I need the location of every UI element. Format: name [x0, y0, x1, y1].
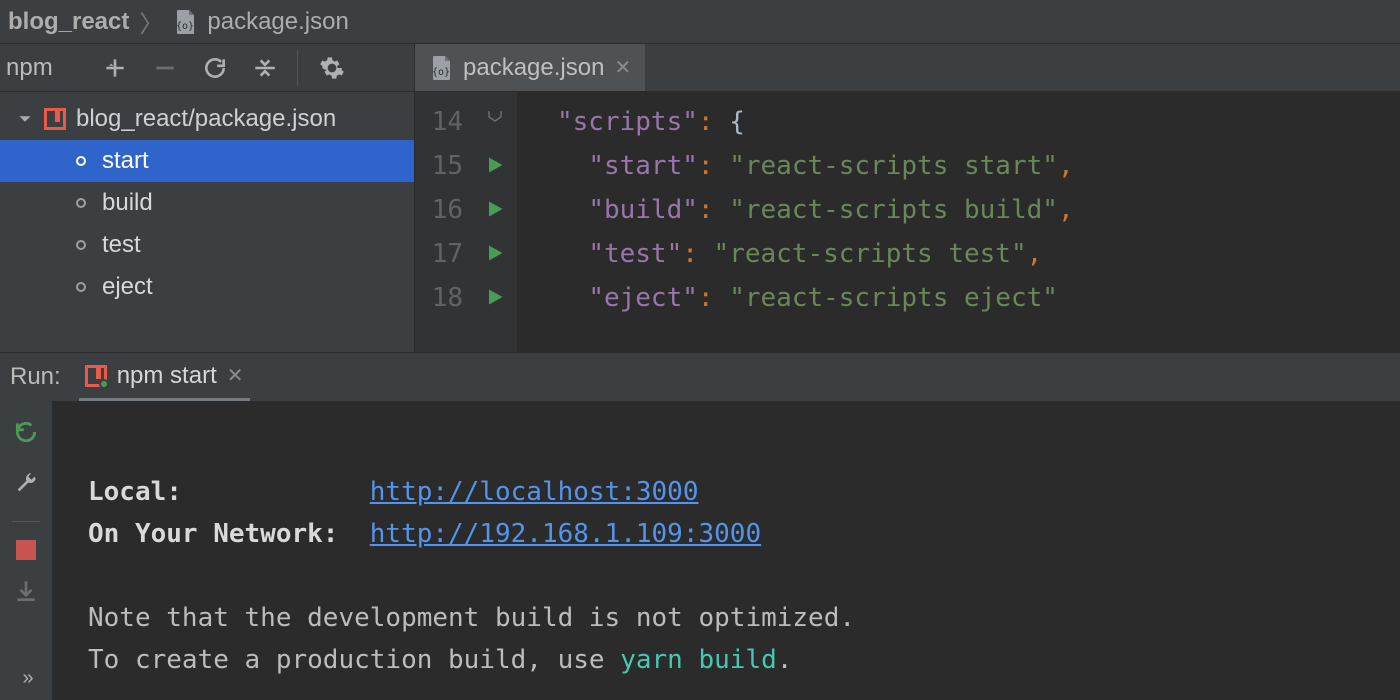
npm-script-label: build: [102, 189, 153, 217]
line-number: 16: [415, 188, 463, 232]
code-line[interactable]: "build": "react-scripts build",: [557, 188, 1400, 232]
more-icon[interactable]: »: [22, 667, 29, 690]
run-header-label: Run:: [10, 363, 61, 391]
npm-tree-root[interactable]: blog_react/package.json: [0, 98, 414, 140]
bullet-icon: [76, 156, 86, 166]
add-icon[interactable]: [97, 50, 133, 86]
run-header: Run: npm start ✕: [0, 353, 1400, 401]
run-sidebar: »: [0, 401, 52, 700]
json-file-icon: {o}: [429, 55, 453, 81]
npm-script-label: eject: [102, 273, 153, 301]
gutter-run-icon[interactable]: [473, 232, 517, 276]
run-tool-window: Run: npm start ✕ » Local: http://localho…: [0, 352, 1400, 700]
gutter-run-icon[interactable]: [473, 276, 517, 320]
remove-icon[interactable]: [147, 50, 183, 86]
tree-collapse-chevron-icon[interactable]: [18, 112, 34, 126]
gutter-run-icon[interactable]: [473, 188, 517, 232]
line-number: 15: [415, 144, 463, 188]
editor-tab-label: package.json: [463, 54, 604, 82]
bullet-icon: [76, 282, 86, 292]
run-gutter: [473, 92, 517, 352]
code-line[interactable]: "scripts": {: [557, 100, 1400, 144]
npm-icon: [44, 108, 66, 130]
close-run-tab-icon[interactable]: ✕: [227, 363, 244, 388]
line-number: 17: [415, 232, 463, 276]
close-tab-icon[interactable]: ✕: [614, 55, 631, 80]
npm-tool-panel: npm blog_react/package: [0, 44, 415, 352]
bullet-icon: [76, 198, 86, 208]
breadcrumb: blog_react 〉 {o} package.json: [0, 0, 1400, 44]
run-tab-label: npm start: [117, 362, 217, 390]
refresh-icon[interactable]: [197, 50, 233, 86]
run-tab-npm-start[interactable]: npm start ✕: [79, 353, 250, 401]
npm-scripts-tree: blog_react/package.json start build test…: [0, 92, 414, 352]
editor-tab-package-json[interactable]: {o} package.json ✕: [415, 44, 645, 91]
npm-script-label: test: [102, 231, 141, 259]
npm-script-build[interactable]: build: [0, 182, 414, 224]
svg-text:{o}: {o}: [176, 21, 194, 32]
stop-icon[interactable]: [16, 540, 36, 560]
collapse-all-icon[interactable]: [247, 50, 283, 86]
npm-tree-root-label: blog_react/package.json: [76, 105, 336, 133]
breadcrumb-project[interactable]: blog_react: [8, 8, 129, 36]
bullet-icon: [76, 240, 86, 250]
rerun-icon[interactable]: [13, 419, 39, 452]
json-file-icon: {o}: [173, 9, 197, 35]
code-line[interactable]: "start": "react-scripts start",: [557, 144, 1400, 188]
editor-tabs: {o} package.json ✕: [415, 44, 1400, 92]
npm-script-start[interactable]: start: [0, 140, 414, 182]
gutter-run-icon[interactable]: [473, 144, 517, 188]
breadcrumb-file[interactable]: package.json: [207, 8, 348, 36]
code-line[interactable]: "eject": "react-scripts eject": [557, 276, 1400, 320]
code-line[interactable]: "test": "react-scripts test",: [557, 232, 1400, 276]
separator: [12, 521, 40, 522]
code-lines[interactable]: "scripts": { "start": "react-scripts sta…: [517, 92, 1400, 352]
download-icon[interactable]: [13, 578, 39, 611]
code-area[interactable]: 1415161718 "scripts": { "start": "react-…: [415, 92, 1400, 352]
npm-script-label: start: [102, 147, 149, 175]
wrench-icon[interactable]: [13, 470, 39, 503]
line-number: 14: [415, 100, 463, 144]
run-console[interactable]: Local: http://localhost:3000 On Your Net…: [52, 401, 1400, 700]
breadcrumb-chevron-icon: 〉: [139, 4, 163, 39]
line-number-gutter: 1415161718: [415, 92, 473, 352]
settings-icon[interactable]: [297, 50, 345, 86]
fold-handle-icon[interactable]: [486, 98, 504, 142]
npm-script-eject[interactable]: eject: [0, 266, 414, 308]
npm-panel-header: npm: [0, 44, 414, 92]
local-url-link[interactable]: http://localhost:3000: [370, 477, 699, 507]
npm-script-test[interactable]: test: [0, 224, 414, 266]
npm-running-icon: [85, 365, 107, 387]
svg-text:{o}: {o}: [432, 67, 450, 78]
npm-panel-title: npm: [6, 54, 53, 82]
editor: {o} package.json ✕ 1415161718 "scripts":…: [415, 44, 1400, 352]
line-number: 18: [415, 276, 463, 320]
network-url-link[interactable]: http://192.168.1.109:3000: [370, 519, 761, 549]
